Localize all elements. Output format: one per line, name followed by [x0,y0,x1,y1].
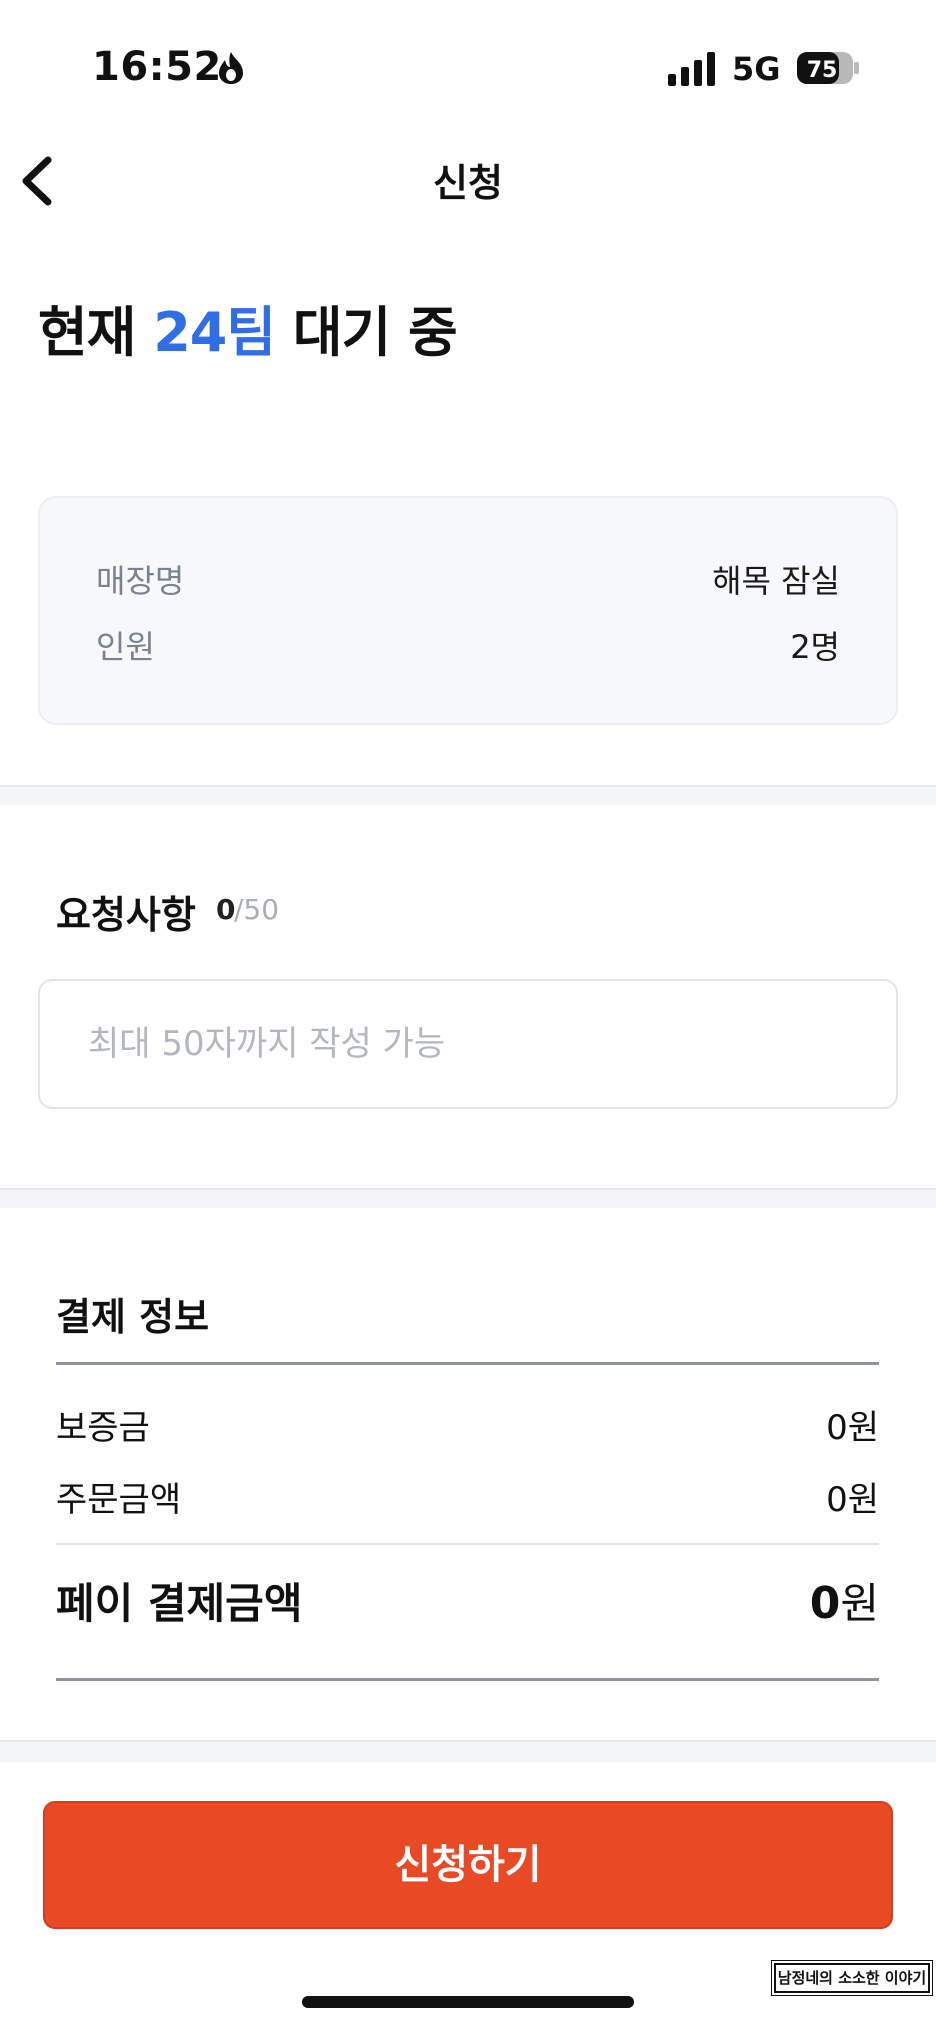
request-char-max: /50 [234,893,280,926]
store-name-row: 매장명 해목 잠실 [96,556,840,600]
request-char-count: 0 [216,893,236,926]
pay-total-amount: 0 [809,1578,841,1629]
section-divider [0,1188,936,1208]
store-name-label: 매장명 [96,562,185,600]
payment-divider [56,1543,879,1545]
section-divider [0,1740,936,1762]
home-indicator [302,1996,634,2008]
battery-level: 75 [807,58,838,83]
network-label: 5G [732,50,781,88]
page-title: 신청 [433,161,503,205]
party-size-row: 인원 2명 [96,622,840,666]
flame-icon [219,52,243,84]
payment-title: 결제 정보 [56,1295,210,1339]
deposit-row: 보증금 0원 [56,1400,879,1448]
deposit-value: 0원 [826,1408,879,1448]
pay-total-value: 0원 [810,1570,879,1631]
wait-status-heading: 현재 24팀 대기 중 [38,288,458,367]
wait-team-count: 24팀 [153,301,276,364]
payment-divider [56,1362,879,1365]
request-label: 요청사항 [56,893,196,937]
pay-total-unit: 원 [840,1579,879,1628]
wait-suffix: 대기 중 [292,301,458,364]
pay-total-label: 페이 결제금액 [56,1579,303,1628]
nav-header: 신청 [0,130,936,230]
payment-divider [56,1678,879,1681]
order-amount-row: 주문금액 0원 [56,1472,879,1520]
store-name-value: 해목 잠실 [712,562,840,600]
order-amount-label: 주문금액 [56,1480,182,1520]
store-info-card: 매장명 해목 잠실 인원 2명 [38,496,898,725]
party-size-label: 인원 [96,628,155,666]
page: 16:52 5G 75 신청 현재 24팀 대기 중 매장명 해목 잠실 인원 … [0,0,936,2029]
apply-button[interactable]: 신청하기 [43,1801,893,1929]
order-amount-value: 0원 [826,1480,879,1520]
pay-total-row: 페이 결제금액 0원 [56,1570,879,1630]
status-time: 16:52 [92,44,222,90]
watermark: 남정네의 소소한 이야기 [771,1960,933,1996]
request-input[interactable] [38,979,898,1109]
battery-icon: 75 [797,52,859,84]
deposit-label: 보증금 [56,1408,150,1448]
status-bar: 16:52 5G 75 [0,0,936,130]
signal-icon [668,52,715,86]
wait-prefix: 현재 [38,301,136,364]
section-divider [0,785,936,805]
party-size-value: 2명 [790,628,840,666]
